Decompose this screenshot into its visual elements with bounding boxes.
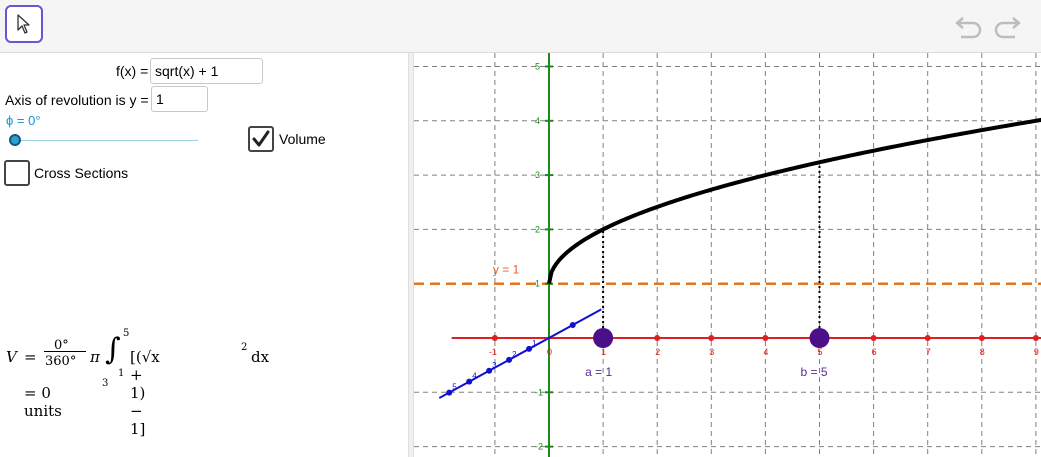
cross-sections-checkbox[interactable]	[4, 160, 30, 186]
x-tick-label: 8	[980, 347, 985, 357]
axis-of-revolution-label: y = 1	[493, 263, 520, 277]
formula-power: 2	[241, 342, 248, 353]
f-label: f(x) =	[116, 63, 149, 79]
x-axis-point	[924, 335, 931, 341]
x-axis-point	[978, 335, 985, 341]
volume-checkbox[interactable]	[248, 126, 274, 152]
phi-slider-knob[interactable]	[9, 134, 21, 146]
z-axis-point	[569, 322, 576, 328]
x-tick-label: 0	[547, 347, 552, 357]
formula-result-exp: 3	[102, 378, 109, 389]
x-tick-label: 5	[818, 347, 823, 357]
z-tick-label: 5	[452, 383, 457, 392]
toolbar	[0, 0, 1041, 53]
formula-pi: π	[90, 348, 100, 366]
formula-eq: =	[24, 348, 37, 366]
z-tick-label: 4	[472, 372, 477, 381]
x-axis-point	[708, 335, 715, 341]
formula-denominator: 360°	[45, 354, 77, 369]
x-tick-label: 3	[709, 347, 714, 357]
undo-icon[interactable]	[953, 14, 985, 40]
x-tick-label: 1	[601, 347, 606, 357]
bound-label-b: b = 5	[801, 365, 828, 379]
volume-label: Volume	[279, 131, 326, 147]
formula-v: V	[6, 348, 17, 366]
check-icon	[252, 130, 270, 147]
axis-input[interactable]: 1	[151, 86, 208, 112]
f-input[interactable]: sqrt(x) + 1	[150, 58, 263, 84]
x-tick-label: -1	[489, 347, 497, 357]
y-tick-label: 4	[535, 116, 540, 126]
z-axis	[438, 308, 602, 399]
x-axis-point	[654, 335, 661, 341]
formula-dx: dx	[251, 348, 270, 366]
x-axis-point	[491, 335, 498, 341]
move-tool-button[interactable]	[5, 5, 43, 43]
integral-sign: ∫	[105, 332, 121, 367]
y-tick-label: -2	[535, 442, 543, 452]
z-tick-label: 2	[512, 350, 517, 359]
formula-lower: 1	[118, 368, 125, 379]
cross-sections-label: Cross Sections	[34, 165, 129, 181]
formula-upper: 5	[123, 328, 130, 339]
y-tick-label: -1	[535, 387, 543, 397]
z-tick-label: 1	[532, 339, 537, 348]
bound-point-a	[593, 328, 614, 348]
x-axis-point	[870, 335, 877, 341]
x-tick-label: 2	[655, 347, 660, 357]
x-tick-label: 7	[926, 347, 931, 357]
graphics-view[interactable]: y = 1 -2 -1 1 2 3 4 5 -1 0 1 2 3 4 5 6 7 8 9 1 2 3 4 5 a = 1 b = …	[414, 53, 1041, 457]
arrow-pointer-icon	[17, 14, 30, 34]
y-tick-label: 1	[535, 279, 540, 289]
x-tick-label: 9	[1034, 347, 1039, 357]
x-tick-label: 6	[872, 347, 877, 357]
phi-label: ϕ = 0°	[6, 113, 41, 128]
bound-point-b	[809, 328, 830, 348]
bound-label-a: a = 1	[585, 365, 612, 379]
fraction-bar	[44, 351, 86, 352]
x-tick-label: 4	[763, 347, 768, 357]
y-tick-label: 3	[535, 170, 540, 180]
y-tick-label: 2	[535, 224, 540, 234]
y-tick-label: 5	[535, 62, 540, 72]
z-tick-label: 3	[492, 361, 497, 370]
x-axis-point	[762, 335, 769, 341]
formula-result: = 0 units	[24, 384, 62, 420]
x-axis-point	[1032, 335, 1039, 341]
redo-icon[interactable]	[991, 14, 1023, 40]
function-curve	[547, 117, 1041, 285]
phi-slider-track[interactable]	[14, 140, 198, 141]
formula-integrand: [(√x + 1) − 1]	[130, 348, 160, 438]
axis-label: Axis of revolution is y =	[5, 92, 149, 108]
